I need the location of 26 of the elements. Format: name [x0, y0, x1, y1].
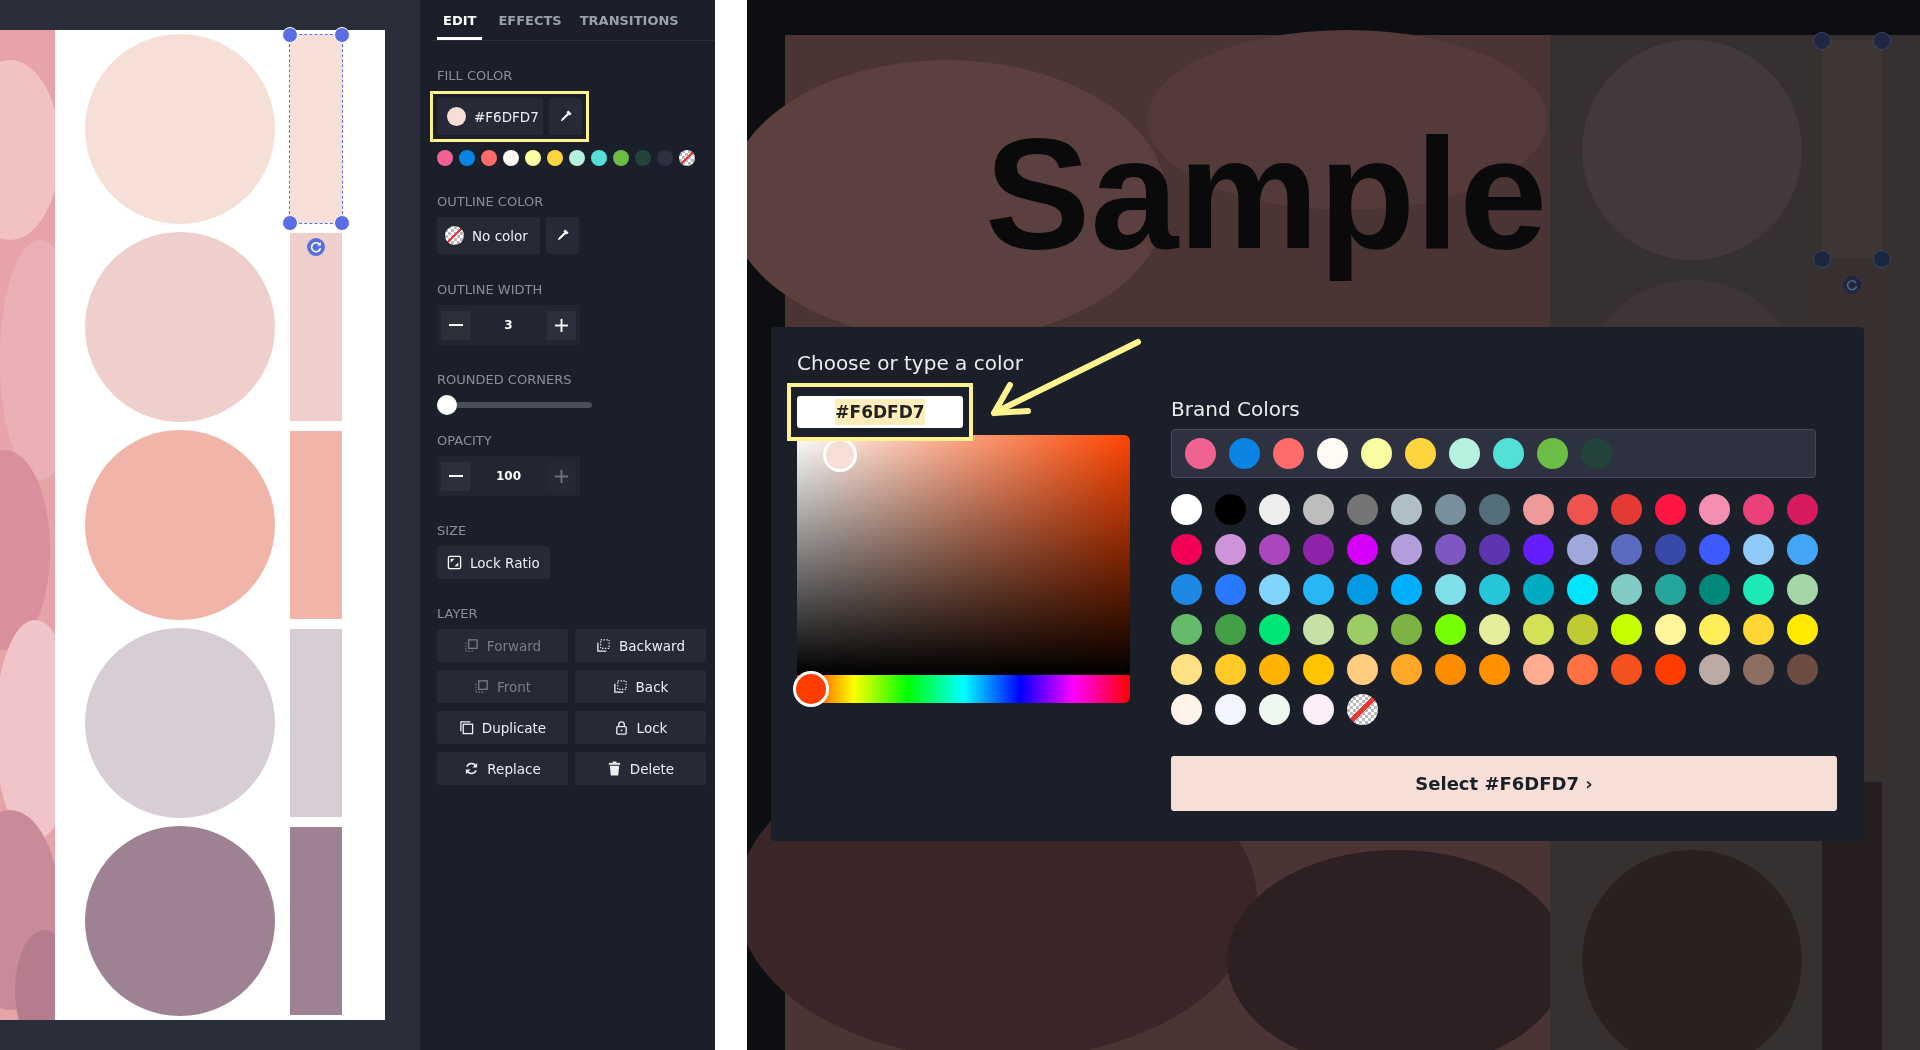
section-label: ROUNDED CORNERS [437, 372, 573, 387]
stepper-value: 100 [495, 469, 522, 483]
tab[interactable]: EFFECTS [496, 0, 564, 40]
tab[interactable]: TRANSITIONS [577, 0, 681, 40]
hex-input[interactable]: #F6DFD7 [797, 396, 963, 428]
section-label: LAYER [437, 606, 479, 621]
select-color-button[interactable]: Select #F6DFD7 › [1171, 756, 1837, 811]
layer-button[interactable]: Delete [575, 752, 706, 785]
dialog-title: Choose or type a color [797, 351, 1024, 377]
section-label: OUTLINE COLOR [437, 194, 545, 209]
layer-button[interactable]: Duplicate [437, 711, 568, 744]
stepper-value: 3 [504, 318, 513, 332]
layer-button[interactable]: Lock [575, 711, 706, 744]
layer-button[interactable]: Backward [575, 629, 706, 662]
section-label: SIZE [437, 523, 468, 538]
heading-text: Sample [985, 104, 1548, 283]
section-label: FILL COLOR [437, 68, 514, 83]
section-label: OPACITY [437, 433, 493, 448]
layer-button[interactable]: Replace [437, 752, 568, 785]
section-label: OUTLINE WIDTH [437, 282, 544, 297]
section-title: Brand Colors [1171, 397, 1301, 423]
tab[interactable]: EDIT [437, 0, 483, 40]
lock-ratio-button[interactable]: Lock Ratio [437, 546, 550, 579]
layer-button[interactable]: Back [575, 670, 706, 703]
outline-color-button[interactable]: No color [437, 217, 540, 254]
fill-color-button[interactable]: #F6DFD7 [437, 98, 543, 135]
